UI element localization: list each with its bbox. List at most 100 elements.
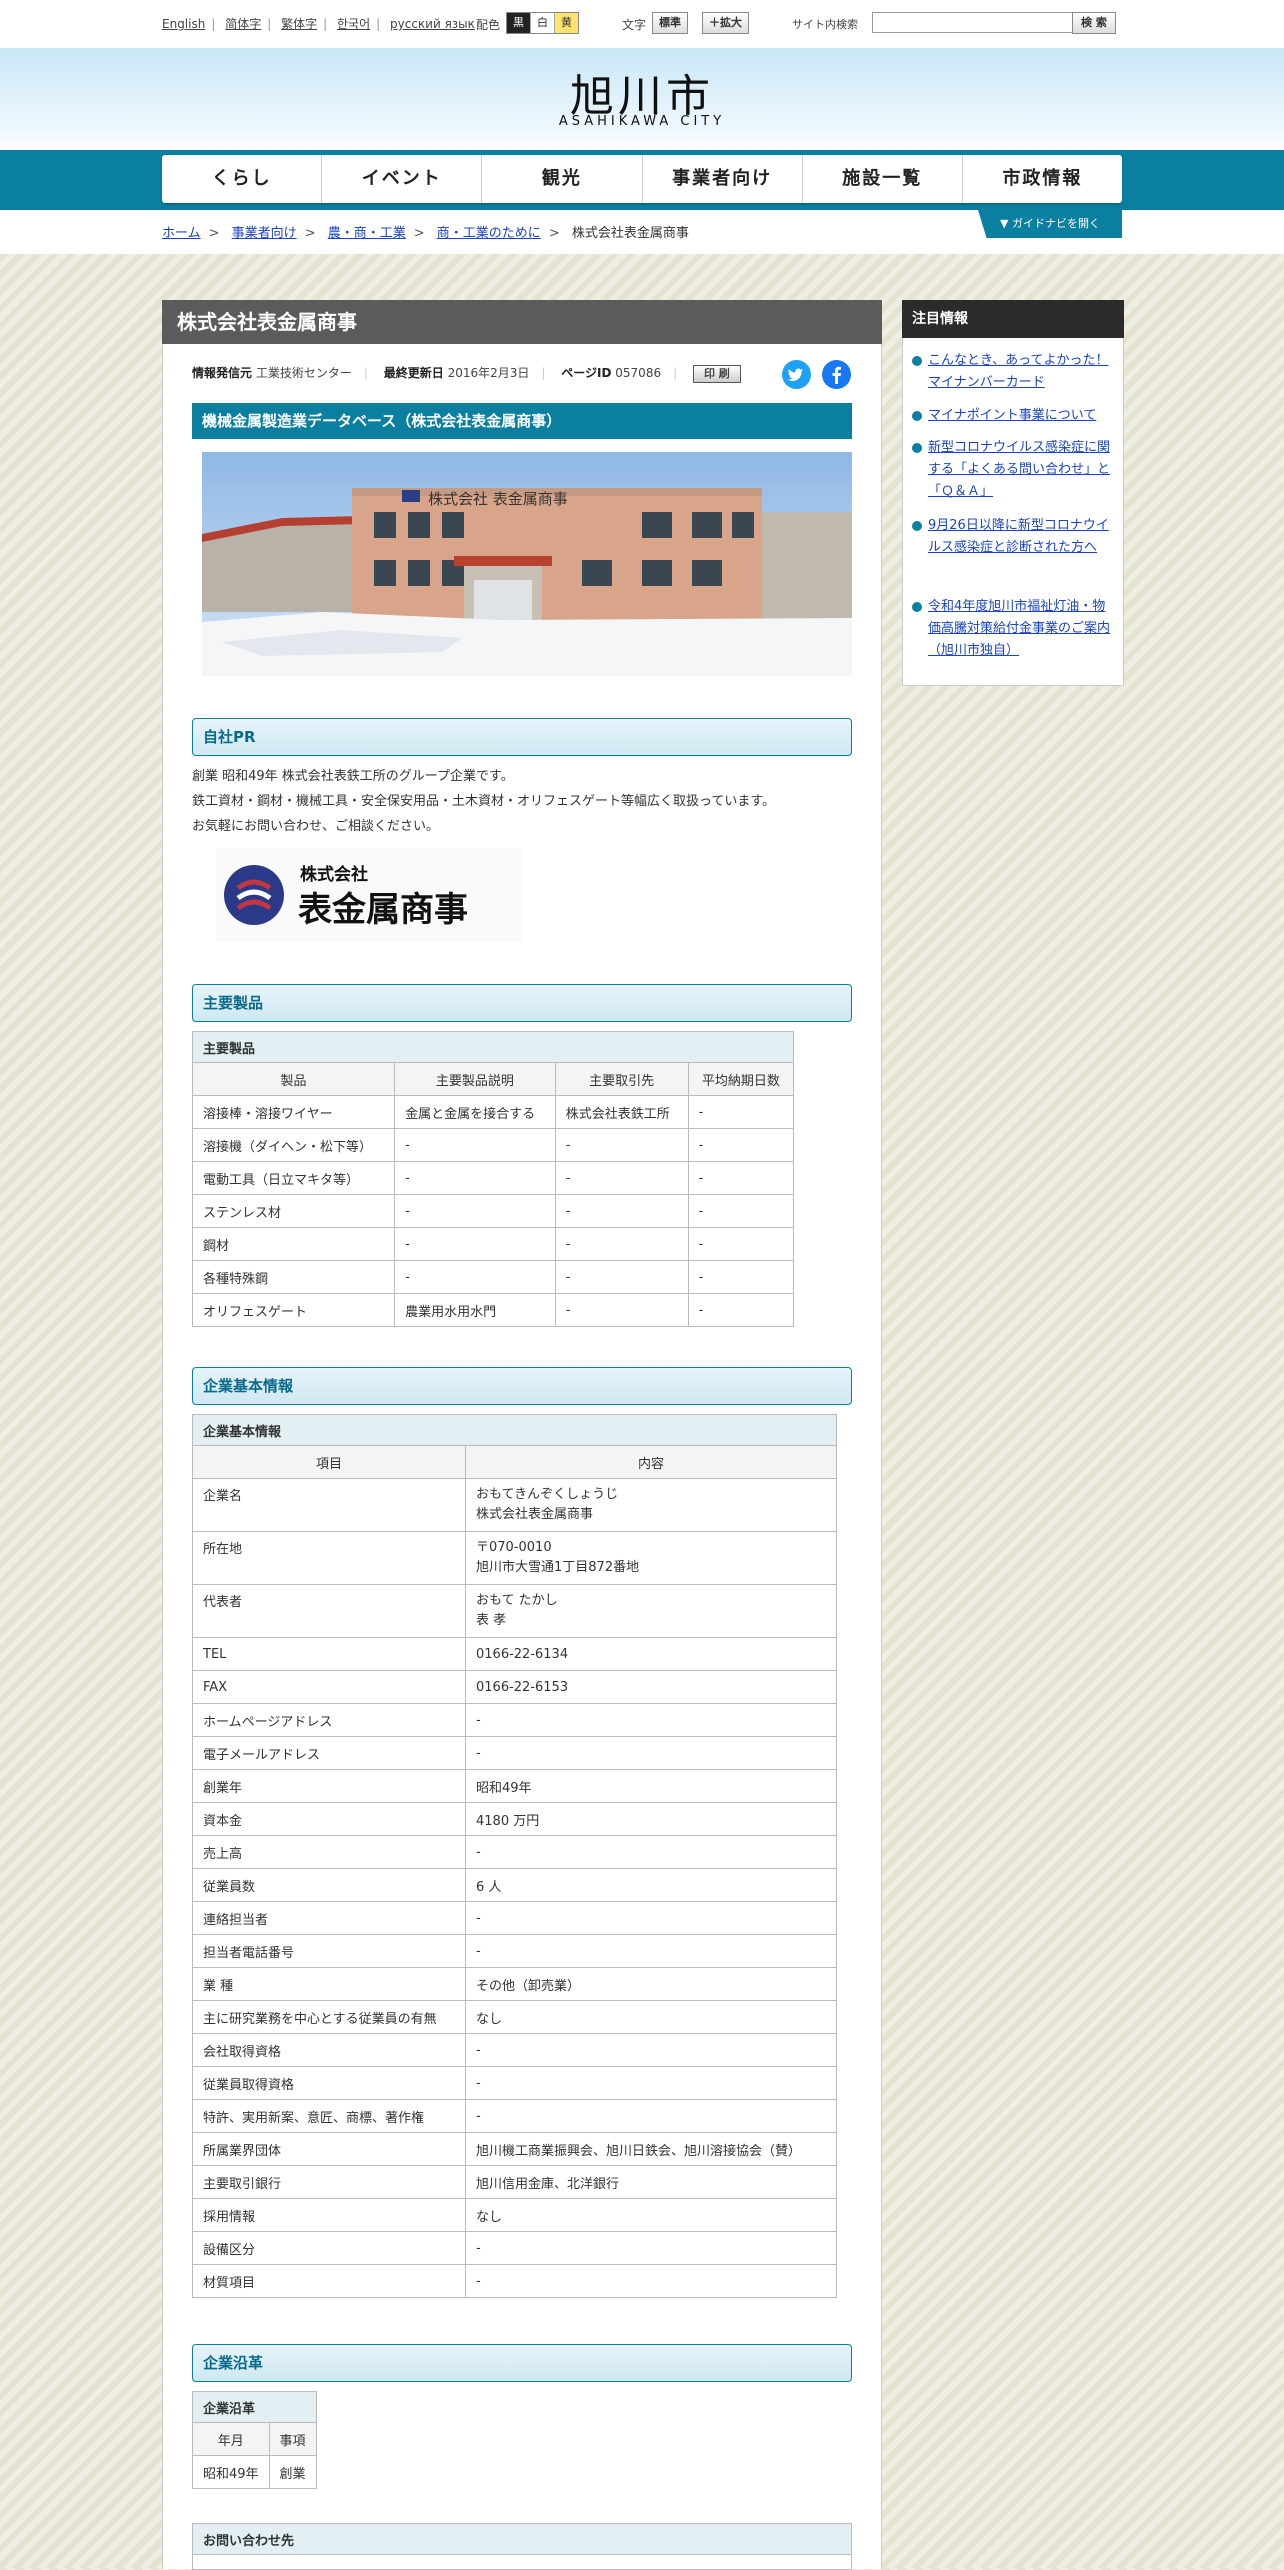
breadcrumb-agri-commerce[interactable]: 農・商・工業 <box>328 226 406 241</box>
page-meta: 情報発信元 工業技術センター | 最終更新日 2016年2月3日 | ページID 0… <box>192 364 741 383</box>
sidebar-link-mynapoint[interactable]: マイナポイント事業について <box>928 405 1112 427</box>
cell: - <box>687 1161 795 1195</box>
cell: - <box>465 1901 837 1935</box>
pr-heading: 自社PR <box>192 718 852 756</box>
section-title: 機械金属製造業データベース（株式会社表金属商事） <box>192 403 852 439</box>
nav-item-tourism[interactable]: 観光 <box>482 155 643 203</box>
facebook-share-icon[interactable] <box>822 360 851 389</box>
sidebar-item: 新型コロナウイルス感染症に関する「よくある問い合わせ」と「Ｑ＆Ａ」 <box>912 437 1112 503</box>
color-yellow-button[interactable]: 黄 <box>555 13 578 33</box>
lang-simplified-chinese-link[interactable]: 简体字 <box>225 17 261 31</box>
search-button[interactable]: 検 索 <box>1072 12 1116 34</box>
table-row: 所属業界団体 旭川機工商業振興会、旭川日鉄会、旭川溶接協会（賛） <box>192 2132 837 2166</box>
products-header: 平均納期日数 <box>687 1062 795 1096</box>
sidebar-item: 9月26日以降に新型コロナウイルス感染症と診断された方へ <box>912 515 1112 559</box>
breadcrumb-business[interactable]: 事業者向け <box>232 226 297 241</box>
history-header: 年月 <box>192 2422 270 2456</box>
lang-traditional-chinese-link[interactable]: 繁体字 <box>281 17 317 31</box>
company-building-photo: 株式会社 表金属商事 <box>202 452 852 676</box>
table-row: 採用情報 なし <box>192 2198 837 2232</box>
company-info-body: 企業名 おもてきんぞくしょうじ 株式会社表金属商事 所在地 〒070-0010 旭川市大雪… <box>192 1478 837 2298</box>
lang-korean-link[interactable]: 한국어 <box>337 17 370 31</box>
cell: - <box>687 1194 795 1228</box>
nav-item-facilities[interactable]: 施設一覧 <box>803 155 963 203</box>
sidebar-link-covid-diagnosed[interactable]: 9月26日以降に新型コロナウイルス感染症と診断された方へ <box>928 515 1112 559</box>
color-white-button[interactable]: 白 <box>531 13 555 33</box>
contact-body <box>192 2554 852 2570</box>
breadcrumb-commerce-industry[interactable]: 商・工業のために <box>437 226 541 241</box>
cell: 〒070-0010 旭川市大雪通1丁目872番地 <box>465 1531 837 1585</box>
products-heading: 主要製品 <box>192 984 852 1022</box>
cell: 0166-22-6153 <box>465 1670 837 1704</box>
table-row: ステンレス材 - - - <box>191 1194 795 1228</box>
table-row: 企業名 おもてきんぞくしょうじ 株式会社表金属商事 <box>192 1478 837 1532</box>
cell: 採用情報 <box>192 2198 466 2232</box>
global-nav: くらし イベント 観光 事業者向け 施設一覧 市政情報 <box>162 155 1122 203</box>
company-info-heading: 企業基本情報 <box>192 1367 852 1405</box>
text-standard-button[interactable]: 標準 <box>652 12 688 34</box>
nav-item-events[interactable]: イベント <box>322 155 483 203</box>
site-logo-english: ASAHIKAWA CITY <box>558 114 726 129</box>
color-switcher: 黒 白 黄 <box>506 12 579 34</box>
updated-label: 最終更新日 <box>383 366 444 380</box>
updated-value: 2016年2月3日 <box>447 366 530 380</box>
cell-line: 表 孝 <box>476 1613 507 1628</box>
cell: 電動工具（日立マキタ等） <box>191 1161 396 1195</box>
history-header: 事項 <box>268 2422 317 2456</box>
cell: 材質項目 <box>192 2264 466 2298</box>
sidebar-link-covid-faq[interactable]: 新型コロナウイルス感染症に関する「よくある問い合わせ」と「Ｑ＆Ａ」 <box>928 437 1112 503</box>
bullet-icon <box>912 356 922 366</box>
cell-line: 旭川市大雪通1丁目872番地 <box>476 1560 640 1575</box>
cell: - <box>465 2231 837 2265</box>
cell: 農業用水用水門 <box>394 1293 556 1327</box>
nav-item-city-info[interactable]: 市政情報 <box>963 155 1122 203</box>
cell: 株式会社表鉄工所 <box>554 1095 689 1129</box>
cell: 溶接機（ダイヘン・松下等） <box>191 1128 396 1162</box>
table-row: 従業員数 6 人 <box>192 1868 837 1902</box>
cell: - <box>554 1293 689 1327</box>
cell: - <box>554 1227 689 1261</box>
cell: 特許、実用新案、意匠、商標、著作権 <box>192 2099 466 2133</box>
guide-nav-button[interactable]: ▼ ガイドナビを開く <box>978 210 1122 238</box>
text-size-label: 文字 <box>622 18 647 32</box>
sidebar-link-mynumber-card[interactable]: こんなとき、あってよかった！マイナンバーカード <box>928 350 1112 394</box>
cell: 昭和49年 <box>192 2455 270 2489</box>
cell: 鋼材 <box>191 1227 396 1261</box>
table-row: オリフェスゲート 農業用水用水門 - - <box>191 1293 795 1327</box>
sidebar-link-heating-oil-benefit[interactable]: 令和4年度旭川市福祉灯油・物価高騰対策給付金事業のご案内（旭川市独自） <box>928 596 1112 662</box>
nav-item-living[interactable]: くらし <box>162 155 323 203</box>
history-table: 企業沿革 年月 事項 昭和49年 創業 <box>192 2391 317 2489</box>
history-heading: 企業沿革 <box>192 2344 852 2382</box>
site-search-label: サイト内検索 <box>792 18 858 31</box>
cell: その他（卸売業） <box>465 1967 837 2001</box>
print-button[interactable]: 印 刷 <box>692 365 741 383</box>
sidebar-title: 注目情報 <box>902 300 1124 338</box>
cell: - <box>687 1128 795 1162</box>
breadcrumb-home[interactable]: ホーム <box>162 226 201 241</box>
cell: - <box>394 1260 556 1294</box>
cell: 6 人 <box>465 1868 837 1902</box>
color-black-button[interactable]: 黒 <box>507 13 531 33</box>
cell: オリフェスゲート <box>191 1293 396 1327</box>
company-logo: 株式会社 表金属商事 <box>216 848 522 942</box>
cell: 主に研究業務を中心とする従業員の有無 <box>192 2000 466 2034</box>
text-enlarge-button[interactable]: ＋拡大 <box>702 12 749 34</box>
cell: なし <box>465 2198 837 2232</box>
table-row: 主要取引銀行 旭川信用金庫、北洋銀行 <box>192 2165 837 2199</box>
cell: 0166-22-6134 <box>465 1637 837 1671</box>
cell: 旭川機工商業振興会、旭川日鉄会、旭川溶接協会（賛） <box>465 2132 837 2166</box>
cell: - <box>465 1736 837 1770</box>
cell: 旭川信用金庫、北洋銀行 <box>465 2165 837 2199</box>
table-row: 溶接棒・溶接ワイヤー 金属と金属を接合する 株式会社表鉄工所 - <box>191 1095 795 1129</box>
breadcrumb: ホーム > 事業者向け > 農・商・工業 > 商・工業のために > 株式会社表金属商事 <box>162 226 689 241</box>
site-search-input[interactable] <box>872 12 1074 33</box>
table-row: 連絡担当者 - <box>192 1901 837 1935</box>
lang-english-link[interactable]: English <box>162 17 205 31</box>
color-label: 配色 <box>476 18 501 32</box>
cell: - <box>687 1293 795 1327</box>
breadcrumb-current: 株式会社表金属商事 <box>571 226 689 241</box>
nav-item-business[interactable]: 事業者向け <box>643 155 803 203</box>
lang-russian-link[interactable]: русский язык <box>390 17 475 31</box>
cell: 溶接棒・溶接ワイヤー <box>191 1095 396 1129</box>
twitter-share-icon[interactable] <box>782 360 811 389</box>
